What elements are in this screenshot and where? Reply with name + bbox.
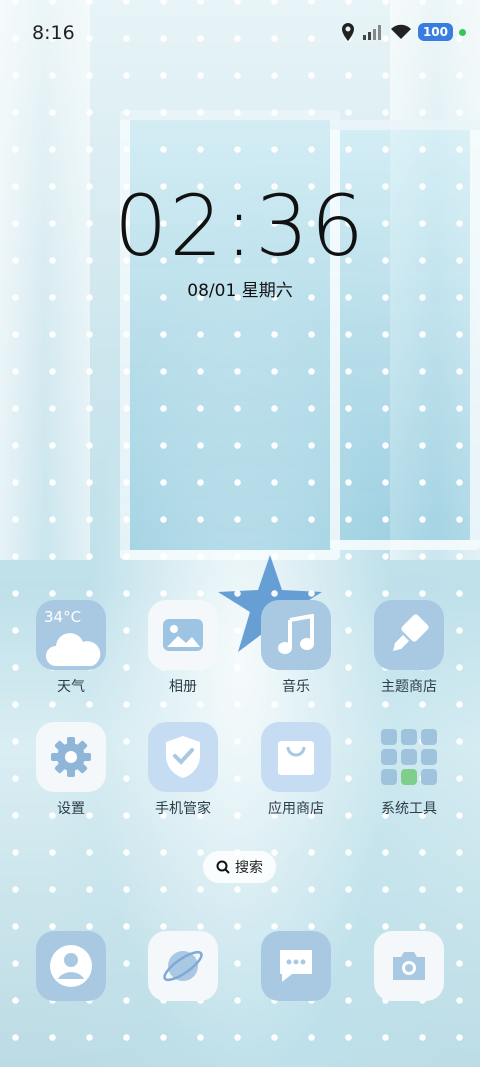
- settings-gear-icon: [36, 722, 106, 792]
- folder-app-icon: [381, 729, 397, 745]
- app-label: 相册: [169, 679, 197, 695]
- status-bar: 8:16 100: [0, 0, 480, 66]
- app-theme-store[interactable]: 主题商店: [359, 600, 459, 696]
- app-music[interactable]: 音乐: [246, 600, 346, 696]
- app-gallery[interactable]: 相册: [133, 600, 233, 696]
- picture-icon: [163, 619, 203, 651]
- app-store-bag-icon: [261, 722, 331, 792]
- app-weather[interactable]: 34°C 天气: [21, 600, 121, 696]
- folder-app-icon: [401, 749, 417, 765]
- search-icon: [216, 860, 230, 874]
- app-label: 设置: [57, 801, 85, 817]
- folder-app-icon: [421, 749, 437, 765]
- app-label: 应用商店: [268, 801, 324, 817]
- location-icon: [341, 23, 354, 41]
- app-label: 天气: [57, 679, 85, 695]
- date-text: 08/01 星期六: [187, 281, 293, 301]
- folder-app-icon: [421, 769, 437, 785]
- wifi-icon: [390, 24, 411, 39]
- app-label: 系统工具: [381, 801, 437, 817]
- folder-system-tools[interactable]: 系统工具: [359, 722, 459, 818]
- planet-icon: [163, 950, 203, 982]
- shield-icon: [166, 736, 200, 778]
- dock-browser[interactable]: [133, 931, 233, 1001]
- search-label: 搜索: [235, 860, 263, 876]
- clock-widget[interactable]: 02:36: [0, 180, 480, 272]
- contacts-icon: [36, 931, 106, 1001]
- dock-messages[interactable]: [246, 931, 346, 1001]
- dock-contacts[interactable]: [21, 931, 121, 1001]
- folder-app-icon: [421, 729, 437, 745]
- folder-grid: [381, 729, 437, 785]
- app-app-store[interactable]: 应用商店: [246, 722, 346, 818]
- messages-icon: [261, 931, 331, 1001]
- app-settings[interactable]: 设置: [21, 722, 121, 818]
- app-label: 主题商店: [381, 679, 437, 695]
- status-time: 8:16: [32, 22, 75, 44]
- weather-temp: 34°C: [44, 608, 82, 626]
- privacy-dot: [459, 28, 466, 36]
- music-note-icon: [278, 614, 314, 654]
- camera-icon: [374, 931, 444, 1001]
- music-icon: [261, 600, 331, 670]
- folder-icon: [374, 722, 444, 792]
- folder-app-icon: [401, 769, 417, 785]
- app-phone-manager[interactable]: 手机管家: [133, 722, 233, 818]
- camera-body-icon: [393, 952, 425, 980]
- chat-bubble-icon: [280, 950, 312, 982]
- browser-icon: [148, 931, 218, 1001]
- security-shield-icon: [148, 722, 218, 792]
- dock-camera[interactable]: [359, 931, 459, 1001]
- signal-icon: [362, 25, 381, 40]
- folder-app-icon: [381, 749, 397, 765]
- paint-brush-icon: [393, 614, 429, 651]
- person-icon: [50, 945, 92, 987]
- search-button[interactable]: 搜索: [203, 851, 276, 883]
- status-icons: 100: [340, 22, 466, 42]
- theme-store-icon: [374, 600, 444, 670]
- gallery-icon: [148, 600, 218, 670]
- dot-pattern: [0, 0, 480, 1067]
- weather-icon: 34°C: [36, 600, 106, 670]
- shopping-bag-icon: [278, 741, 314, 775]
- folder-app-icon: [401, 729, 417, 745]
- cloud-icon: [46, 633, 101, 666]
- app-label: 手机管家: [155, 801, 211, 817]
- gear-icon: [51, 737, 91, 777]
- battery-indicator: 100: [417, 23, 453, 41]
- app-label: 音乐: [282, 679, 310, 695]
- folder-app-icon: [381, 769, 397, 785]
